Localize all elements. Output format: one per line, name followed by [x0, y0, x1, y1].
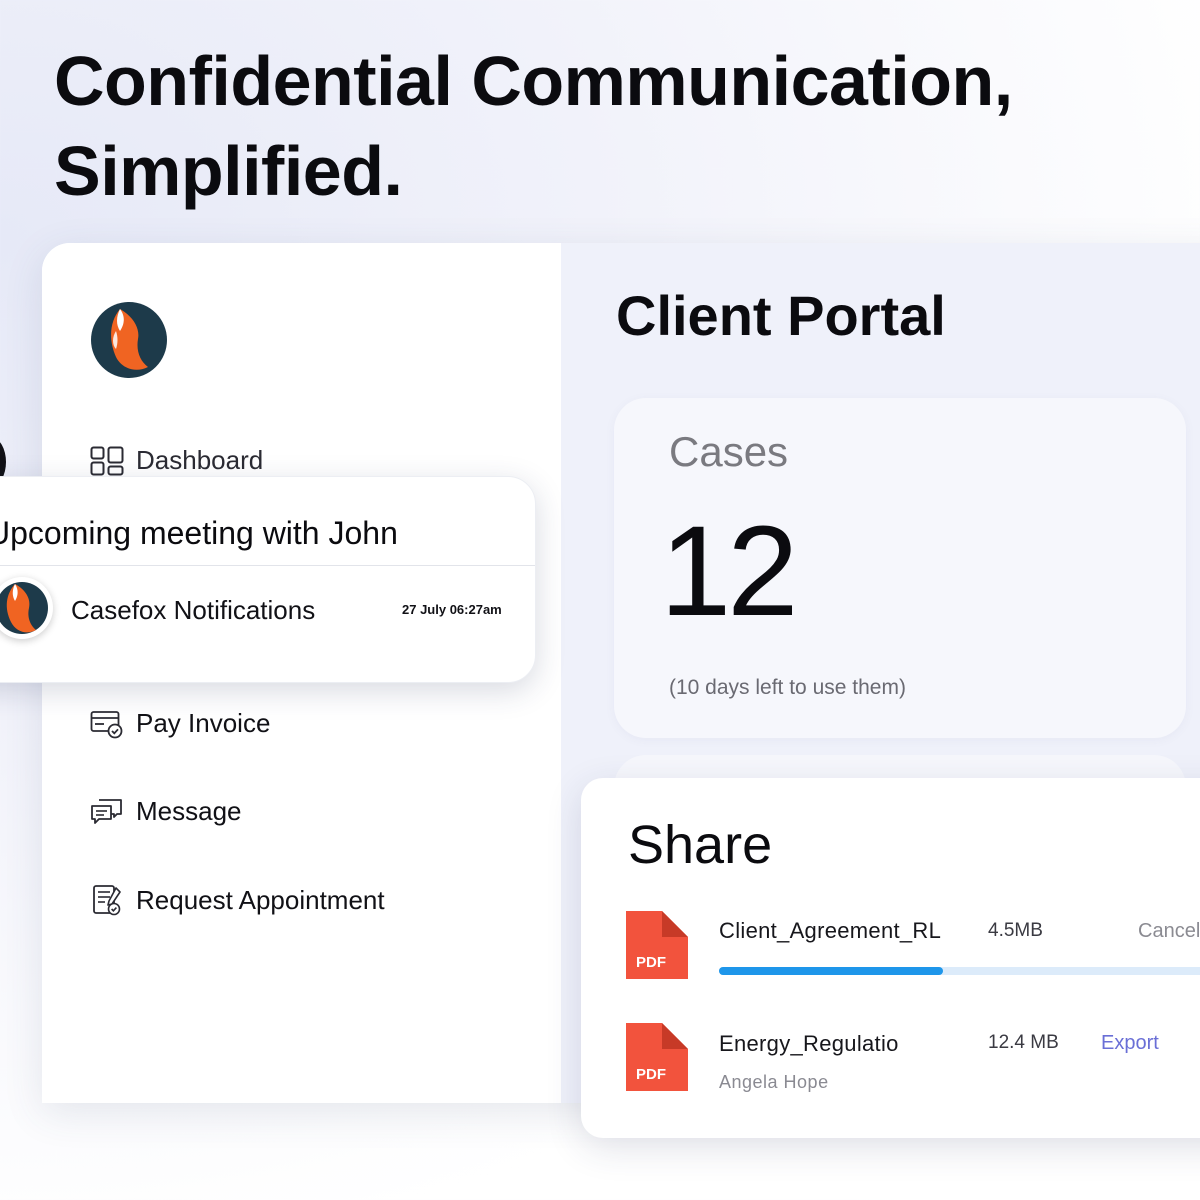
- fox-logo-icon: [0, 582, 48, 634]
- casefox-logo[interactable]: [90, 301, 168, 379]
- pdf-file-icon: PDF: [626, 1023, 688, 1091]
- upload-progress-fill: [719, 967, 943, 975]
- page-title: Client Portal: [616, 284, 946, 347]
- sidebar-item-dashboard[interactable]: Dashboard: [90, 445, 263, 476]
- notification-app-name: Casefox Notifications: [71, 595, 316, 625]
- share-title: Share: [628, 815, 773, 875]
- file-owner: Angela Hope: [719, 1072, 829, 1092]
- notification-title: Upcoming meeting with John: [0, 515, 398, 551]
- file-name: Energy_Regulatio: [719, 1031, 899, 1056]
- pdf-file-icon: PDF: [626, 911, 688, 979]
- notification-time: 27 July 06:27am: [402, 602, 502, 617]
- notification-avatar: [0, 577, 53, 639]
- cases-label: Cases: [669, 428, 789, 475]
- notification-popup[interactable]: Upcoming meeting with John Casefox Notif…: [0, 476, 536, 683]
- svg-text:PDF: PDF: [636, 1066, 666, 1083]
- appointment-form-icon: [93, 885, 121, 916]
- cancel-upload-button[interactable]: Cancel: [1138, 920, 1200, 943]
- export-button[interactable]: Export: [1101, 1032, 1159, 1055]
- svg-text:PDF: PDF: [636, 954, 666, 971]
- sidebar-item-label: Request Appointment: [136, 884, 385, 915]
- sidebar-item-message[interactable]: Message: [90, 796, 242, 827]
- upload-progress-bar: [719, 967, 1200, 975]
- cases-count: 12: [660, 500, 798, 643]
- sidebar-item-label: Message: [136, 796, 242, 826]
- cases-card[interactable]: Cases 12 (10 days left to use them): [614, 398, 1186, 738]
- file-name: Client_Agreement_RL: [719, 918, 942, 943]
- sidebar-item-label: Dashboard: [136, 445, 264, 475]
- share-panel: Share PDF Client_Agreement_RL 4.5MB Canc…: [581, 778, 1200, 1138]
- cases-note: (10 days left to use them): [669, 676, 906, 699]
- page-headline: Confidential Communication, Simplified.: [54, 36, 1154, 216]
- divider: [0, 565, 535, 566]
- headline-line-2: Simplified.: [54, 132, 403, 210]
- headline-line-1: Confidential Communication,: [54, 42, 1013, 120]
- file-size: 4.5MB: [988, 920, 1043, 941]
- dashboard-grid-icon: [90, 446, 124, 475]
- sidebar-item-pay-invoice[interactable]: Pay Invoice: [90, 708, 270, 739]
- sidebar-item-label: Pay Invoice: [136, 708, 271, 738]
- sidebar-item-request-appointment[interactable]: Request Appointment: [90, 884, 385, 916]
- file-size: 12.4 MB: [988, 1032, 1059, 1053]
- chat-bubbles-icon: [91, 798, 122, 824]
- fox-logo-icon: [91, 302, 167, 378]
- invoice-card-icon: [90, 710, 123, 738]
